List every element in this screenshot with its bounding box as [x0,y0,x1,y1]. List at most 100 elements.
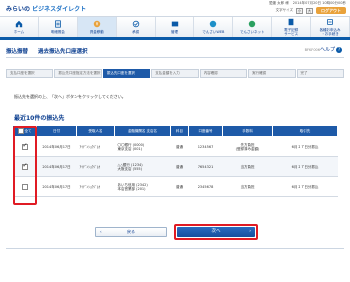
cell-account: 7654321 [188,156,223,177]
back-button[interactable]: ‹ 戻る [95,227,167,237]
col-date: 日付 [36,125,77,137]
cell-date: 2014年06月17日 [36,136,77,157]
help-link[interactable]: ヘルプ ? [320,46,342,53]
font-large-button[interactable]: 大 [306,7,313,14]
step-4: 支払金額を入力 [151,69,199,78]
cell-select[interactable] [12,156,37,177]
cell-fee: 当方負担 [222,176,273,197]
payee-table: 全て 日付 受取人名 金融機関名 支店名 科目 口座番号 手数料 取引先 201… [12,125,338,197]
chevron-right-icon: › [249,229,251,234]
cell-payee: ｱｲﾃﾞﾝｼｮｳｼﾞ(ｶ [76,156,115,177]
nav-item-densai-net[interactable]: でんさいネット [233,17,273,37]
table-row[interactable]: 2014年06月17日ｱｲﾃﾞﾝｼｮｳｼﾞ(ｶ〇〇銀行 (0000) 東京支店 … [12,136,338,157]
screen-id: BFKF006 [304,48,320,52]
cell-bank: 〇〇銀行 (0000) 東京支店 (001) [114,136,171,157]
global-nav: ホーム 明細照会 ¥ 資金移動 承認 管理 でんさいWEB でんさいネット 電子記録 サービス 各… [0,16,350,40]
font-size-label: 文字サイズ [275,8,293,12]
cell-partner: 6月１７日分振込 [272,156,338,177]
e-record-icon [287,18,295,26]
approval-icon [132,20,140,28]
row-checkbox[interactable] [21,143,28,150]
nav-item-transfer[interactable]: ¥ 資金移動 [77,17,117,37]
nav-item-label: 承認 [132,30,140,34]
cell-account: 1234567 [188,136,223,157]
user-name: 愛媛 太郎 様 [268,1,289,5]
nav-item-label: 各種お申込み ・お手続き [319,28,341,36]
nav-item-label: 資金移動 [89,30,104,34]
step-5: 内容確認 [199,69,248,78]
cell-account: 2345678 [188,176,223,197]
cell-bank: △△銀行 (1234) 大阪支店 (555) [114,156,171,177]
col-payee: 受取人名 [76,125,115,137]
section-title: 最近10件の振込先 [14,115,65,122]
step-3: 振込先口座を選択 [102,69,151,78]
chevron-left-icon: ‹ [100,229,102,234]
table-row[interactable]: 2014年06月17日ｱｲﾃﾞﾝｼｮｳｼﾞ(ｶ△△銀行 (1234) 大阪支店 … [12,156,338,177]
step-7: 完了 [296,69,344,78]
help-label: ヘルプ [319,47,335,53]
select-all-header[interactable]: 全て [12,125,37,137]
nav-item-label: ホーム [13,30,25,34]
title-bar: 振込振替 過去振込先口座選択 BFKF006 ヘルプ ? [6,44,344,58]
nav-item-management[interactable]: 管理 [156,17,195,37]
cell-type: 普通 [170,136,189,157]
statement-icon [54,20,62,28]
col-partner: 取引先 [272,125,338,137]
next-label: 次へ [211,229,221,234]
row-checkbox[interactable] [21,163,28,170]
col-fee: 手数料 [222,125,273,137]
step-1: 支払口座を選択 [6,69,54,78]
back-label: 戻る [127,229,135,234]
logo: みらいの ビジネスダイレクト [6,6,87,13]
instruction-text: 振込先を選択の上、「次へ」ボタンをクリックしてください。 [14,94,126,99]
cell-partner: 6月１７日分振込 [272,136,338,157]
cell-date: 2014年06月17日 [36,176,77,197]
table-row[interactable]: 2014年06月17日 ｱｲﾃﾞﾝｼｮｳｼﾞ(ｶ あいち信用 (2342) 本店営業… [12,176,338,197]
step-indicator: 支払口座を選択 振込先口座指定方法を選択 振込先口座を選択 支払金額を入力 内容確認 実行… [6,69,344,78]
transfer-icon: ¥ [93,20,101,28]
densai-icon [209,20,217,28]
select-all-label: 全て [24,129,32,133]
cell-bank: あいち信用 (2342) 本店営業部 (201) [114,176,171,197]
footer-divider [6,248,344,249]
row-checkbox[interactable] [21,183,28,190]
logout-button[interactable]: ログアウト [316,7,346,14]
cell-fee: 先方負担 (登録済み金額) [222,136,273,157]
cell-type: 普通 [170,156,189,177]
col-bank: 金融機関名 支店名 [114,125,171,137]
last-login: 2014年07月20日 10時00分00秒 [292,1,346,5]
home-icon [15,20,23,28]
cell-payee: ｱｲﾃﾞﾝｼｮｳｼﾞ(ｶ [76,176,115,197]
nav-item-label: でんさいネット [240,30,265,34]
user-area: 愛媛 太郎 様 2014年07月20日 10時00分00秒 文字サイズ 小 大 … [269,1,346,14]
densai-net-icon [248,20,256,28]
nav-item-densai[interactable]: でんさいWEB [194,17,234,37]
next-button[interactable]: 次へ › [177,227,255,237]
cell-partner: 6月１７日分振込 [272,176,338,197]
nav-item-application[interactable]: 各種お申込み ・お手続き [311,17,350,37]
cell-select[interactable] [12,136,37,157]
nav-item-label: 明細照会 [50,30,65,34]
page-title: 過去振込先口座選択 [38,48,88,55]
header: みらいの ビジネスダイレクト 愛媛 太郎 様 2014年07月20日 10時00… [0,0,350,16]
nav-item-e-record[interactable]: 電子記録 サービス [272,17,312,37]
nav-item-home[interactable]: ホーム [0,17,39,37]
col-type: 科目 [170,125,189,137]
cell-payee: ｱｲﾃﾞﾝｼｮｳｼﾞ(ｶ [76,136,115,157]
step-6: 実行確認 [248,69,296,78]
table-header-row: 全て 日付 受取人名 金融機関名 支店名 科目 口座番号 手数料 取引先 [12,125,338,137]
application-icon [326,18,334,26]
management-icon [171,20,179,28]
nav-item-label: でんさいWEB [202,30,225,34]
nav-item-approval[interactable]: 承認 [117,17,156,37]
nav-item-label: 電子記録 サービス [284,28,299,36]
nav-item-statement[interactable]: 明細照会 [39,17,78,37]
button-area: ‹ 戻る 次へ › [0,224,350,240]
col-account: 口座番号 [188,125,223,137]
cell-type: 普通 [170,176,189,197]
breadcrumb-parent: 振込振替 [6,48,29,55]
nav-item-label: 管理 [171,30,178,34]
font-small-button[interactable]: 小 [296,7,303,14]
cell-select[interactable] [12,176,37,197]
select-all-checkbox[interactable] [17,128,24,134]
